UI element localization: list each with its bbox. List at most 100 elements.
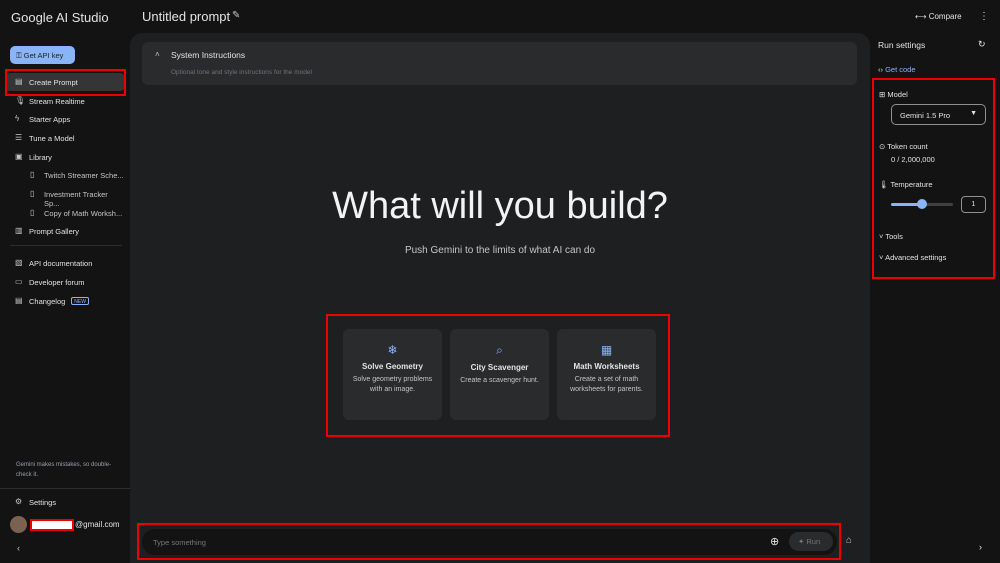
expand-panel-icon[interactable]: › [979,542,982,552]
link-api-docs[interactable]: ▧ API documentation [5,254,125,272]
advanced-settings-section[interactable]: ˅ Advanced settings [879,253,946,262]
card-description: Solve geometry problems with an image. [352,376,433,393]
library-item-label: Twitch Streamer Sche... [44,171,124,180]
table-icon: ▦ [600,343,613,357]
more-options-icon[interactable]: ⋮ [979,11,989,22]
library-item[interactable]: ▯ Copy of Math Worksh... [5,204,125,222]
disclaimer: Gemini makes mistakes, so double-check i… [16,462,112,478]
card-description: Create a scavenger hunt. [460,377,539,384]
nav-label: Tune a Model [29,134,75,143]
document-icon: ▯ [30,208,35,217]
divider [0,488,130,489]
sidebar-item-library[interactable]: ▣ Library [5,148,125,166]
gear-icon: ⚙ [15,497,23,506]
token-count-value: 0 / 2,000,000 [891,155,935,164]
section-label: Advanced settings [885,253,947,262]
label-text: Token count [887,142,928,151]
card-solve-geometry[interactable]: ❄ Solve Geometry Solve geometry problems w… [343,329,442,420]
compare-icon: ⟷ [915,12,929,21]
sidebar-item-prompt-gallery[interactable]: ▥ Prompt Gallery [5,222,125,240]
nav-label: API documentation [29,259,93,268]
api-key-label: Get API key [23,51,64,60]
clear-chat-icon[interactable]: ⌂ [846,535,852,546]
system-instructions-title: System Instructions [171,50,246,60]
get-code-link[interactable]: ‹› Get code [878,65,916,74]
prompt-input[interactable]: Type something [142,529,837,555]
get-api-key-button[interactable]: ⚿ Get API key [10,46,75,64]
model-select[interactable]: Gemini 1.5 Pro ▼ [891,104,986,125]
sidebar-item-tune-model[interactable]: ☰ Tune a Model [5,129,125,147]
section-label: Tools [885,232,903,241]
compare-label: Compare [928,12,962,21]
docs-icon: ▧ [15,258,23,267]
label-text: Temperature [890,180,933,189]
link-changelog[interactable]: ▤ Changelog NEW [5,292,125,310]
nav-label: Developer forum [29,278,85,287]
thermometer-icon: 🌡︎ [879,180,891,189]
nav-label: Stream Realtime [29,97,85,106]
card-title: City Scavenger [470,363,529,372]
label-text: Model [887,90,908,99]
input-placeholder: Type something [153,538,206,547]
reset-icon[interactable]: ↻ [978,39,986,50]
token-icon: ⊙ [879,142,888,151]
token-count-label: ⊙ Token count [879,142,928,151]
changelog-icon: ▤ [15,296,23,305]
library-item[interactable]: ▯ Twitch Streamer Sche... [5,166,125,184]
nav-label: Create Prompt [29,78,78,87]
divider [10,245,122,246]
avatar[interactable] [10,516,27,533]
new-badge: NEW [71,297,89,305]
mic-icon: 🎙︎ [15,96,26,105]
card-city-scavenger[interactable]: ⌕ City Scavenger Create a scavenger hunt. [450,329,549,420]
settings-button[interactable]: ⚙ Settings [5,493,125,511]
add-media-icon[interactable]: ⊕ [770,535,779,548]
temperature-label: 🌡︎ Temperature [879,180,933,189]
forum-icon: ▭ [15,277,23,286]
subheadline: Push Gemini to the limits of what AI can… [404,245,596,256]
card-math-worksheets[interactable]: ▦ Math Worksheets Create a set of math wor… [557,329,656,420]
card-title: Math Worksheets [573,362,640,371]
card-title: Solve Geometry [362,362,423,371]
nav-label: Starter Apps [29,115,71,124]
system-instructions[interactable]: ˄ System Instructions Optional tone and … [142,42,857,85]
library-item-label: Investment Tracker Sp... [43,190,108,208]
app-logo: Google AI Studio [11,10,109,25]
gallery-icon: ▥ [15,226,23,235]
key-icon: ⚿ [16,51,24,60]
create-prompt-icon: ▤ [15,77,23,86]
library-item-label: Copy of Math Worksh... [44,209,123,218]
system-instructions-input[interactable]: Optional tone and style instructions for… [171,69,312,76]
library-icon: ▣ [15,152,23,161]
main-panel [130,33,870,563]
nav-label: Library [29,153,52,162]
collapse-sidebar-icon[interactable]: ‹ [17,543,20,553]
library-item[interactable]: ▯ Investment Tracker Sp... [5,185,125,209]
document-icon: ▯ [30,170,35,179]
sidebar-item-stream-realtime[interactable]: 🎙︎ Stream Realtime [5,92,125,110]
nav-label: Settings [29,498,57,507]
edit-icon[interactable]: ✎ [232,10,240,21]
link-developer-forum[interactable]: ▭ Developer forum [5,273,125,291]
nav-label: Prompt Gallery [29,227,80,236]
selected-model: Gemini 1.5 Pro [900,111,951,120]
tools-section[interactable]: ˅ Tools [879,232,903,241]
nav-label: Changelog [29,297,66,306]
run-label: Run [806,537,821,546]
sidebar-item-starter-apps[interactable]: ϟ Starter Apps [5,110,125,128]
compare-button[interactable]: ⟷ Compare [915,12,962,21]
prompt-title[interactable]: Untitled prompt [142,9,230,24]
account-email: @gmail.com [75,520,120,529]
card-description: Create a set of math worksheets for pare… [570,376,643,393]
temperature-slider-handle[interactable] [917,199,927,209]
chevron-up-icon[interactable]: ˄ [155,50,160,59]
headline: What will you build? [332,185,668,227]
redacted-username [30,519,74,531]
run-button[interactable]: ✦ Run [789,532,833,551]
bolt-icon: ϟ [15,114,20,123]
run-settings-title: Run settings [878,40,926,50]
route-search-icon: ⌕ [496,343,503,357]
geometry-icon: ❄ [387,343,398,357]
sidebar-item-create-prompt[interactable]: ▤ Create Prompt [5,73,125,91]
temperature-input[interactable]: 1 [961,196,986,213]
